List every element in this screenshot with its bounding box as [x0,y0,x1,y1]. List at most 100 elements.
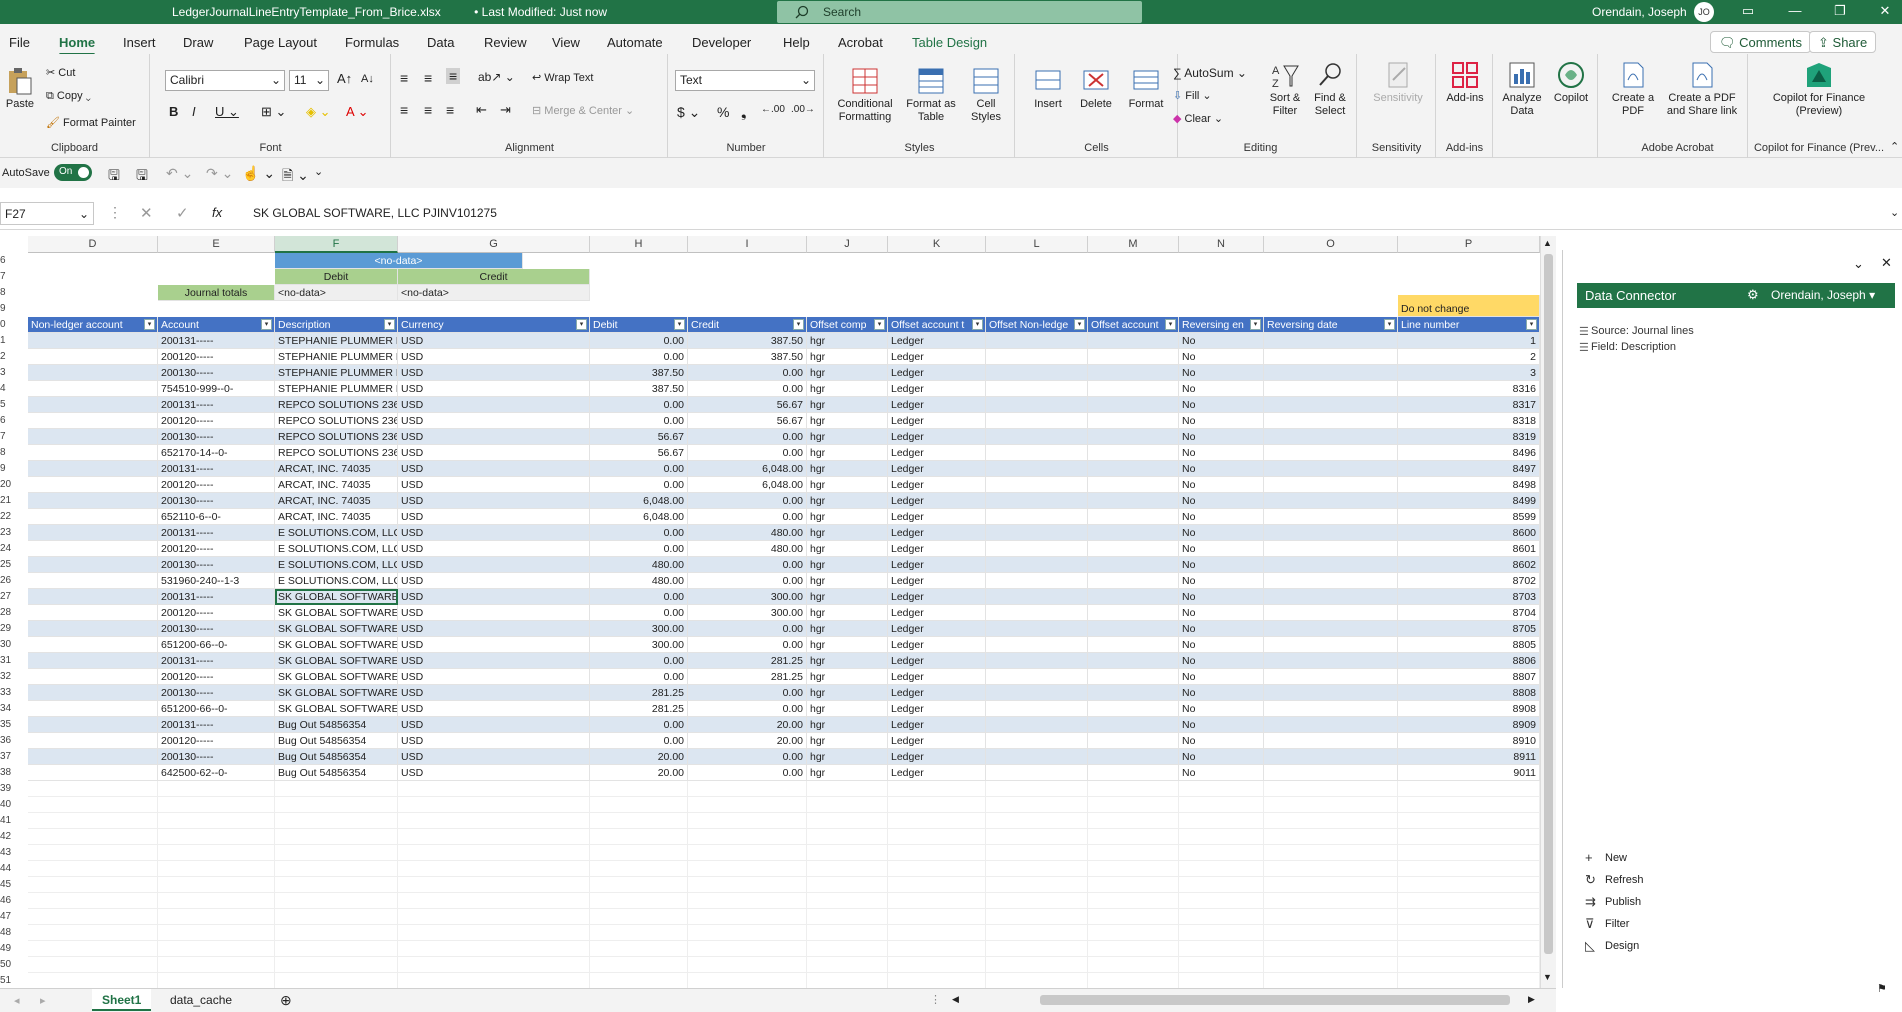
column-header-e[interactable]: E [158,236,275,253]
empty-cell[interactable] [688,909,807,925]
format-as-table-button[interactable]: Format as Table [905,66,957,124]
table-cell[interactable] [28,669,158,685]
table-cell[interactable]: No [1179,525,1264,541]
table-cell[interactable] [28,605,158,621]
print-preview-icon[interactable]: 🗎 ⌄ [282,165,309,189]
empty-cell[interactable] [1088,829,1179,845]
table-cell[interactable]: USD [398,461,590,477]
empty-cell[interactable] [1264,861,1398,877]
table-cell[interactable]: 200131----- [158,461,275,477]
fill-color-icon[interactable]: ◈ ⌄ [306,104,331,120]
column-header-i[interactable]: I [688,236,807,253]
table-cell[interactable]: 642500-62--0- [158,765,275,781]
empty-cell[interactable] [398,877,590,893]
table-cell[interactable] [28,573,158,589]
table-cell[interactable]: Ledger [888,621,986,637]
table-cell[interactable]: 0.00 [688,445,807,461]
empty-cell[interactable] [807,925,888,941]
table-cell[interactable] [1264,573,1398,589]
empty-cell[interactable] [158,861,275,877]
table-cell[interactable] [1088,653,1179,669]
table-cell[interactable]: 8499 [1398,493,1540,509]
column-header-p[interactable]: P [1398,236,1540,253]
empty-cell[interactable] [1179,781,1264,797]
row-header[interactable]: 5 [0,397,14,413]
table-cell[interactable] [986,749,1088,765]
table-cell[interactable]: No [1179,461,1264,477]
spreadsheet-grid[interactable]: DEFGHIJKLMNOP 6 7 8 9 0 <no-data> Debit Credit J… [0,236,1540,988]
row-header[interactable]: 28 [0,605,14,621]
row-header[interactable]: 23 [0,525,14,541]
table-cell[interactable]: 56.67 [688,397,807,413]
empty-cell[interactable] [1398,861,1540,877]
table-cell[interactable] [986,493,1088,509]
table-cell[interactable] [986,557,1088,573]
row-header[interactable]: 4 [0,381,14,397]
table-cell[interactable] [986,541,1088,557]
empty-cell[interactable] [398,861,590,877]
table-cell[interactable]: USD [398,477,590,493]
table-cell[interactable] [1264,365,1398,381]
table-cell[interactable] [1264,445,1398,461]
empty-cell[interactable] [1088,813,1179,829]
table-cell[interactable] [28,413,158,429]
empty-cell[interactable] [398,781,590,797]
table-cell[interactable]: ARCAT, INC. 74035 [275,509,398,525]
row-header[interactable]: 21 [0,493,14,509]
table-cell[interactable] [1088,749,1179,765]
empty-cell[interactable] [398,925,590,941]
table-cell[interactable]: 9011 [1398,765,1540,781]
sheet-tab-sheet1[interactable]: Sheet1 [92,989,152,1011]
table-cell[interactable] [28,557,158,573]
table-cell[interactable] [28,445,158,461]
table-cell[interactable]: USD [398,397,590,413]
empty-cell[interactable] [986,781,1088,797]
table-cell[interactable] [1264,477,1398,493]
empty-cell[interactable] [275,781,398,797]
table-cell[interactable] [1088,573,1179,589]
column-header-h[interactable]: H [590,236,688,253]
table-cell[interactable]: hgr [807,413,888,429]
sort-filter-button[interactable]: AZ Sort & Filter [1265,60,1305,118]
empty-cell[interactable] [1398,925,1540,941]
table-cell[interactable] [986,509,1088,525]
empty-cell[interactable] [275,845,398,861]
table-cell[interactable]: REPCO SOLUTIONS 2362 [275,429,398,445]
table-cell[interactable] [28,717,158,733]
empty-cell[interactable] [888,829,986,845]
table-cell[interactable] [986,685,1088,701]
paste-button[interactable]: Paste [4,66,36,111]
table-cell[interactable] [986,349,1088,365]
find-select-button[interactable]: Find & Select [1307,60,1353,118]
row-header[interactable]: 43 [0,845,14,861]
table-cell[interactable]: hgr [807,397,888,413]
table-cell[interactable]: 200130----- [158,749,275,765]
empty-cell[interactable] [28,925,158,941]
increase-indent-icon[interactable]: ⇥ [500,102,511,118]
table-cell[interactable] [28,765,158,781]
save-as-icon[interactable]: 🖫 [136,165,148,189]
table-cell[interactable]: No [1179,397,1264,413]
table-cell[interactable]: USD [398,605,590,621]
row-header[interactable]: 35 [0,717,14,733]
empty-cell[interactable] [590,909,688,925]
table-cell[interactable]: hgr [807,701,888,717]
table-cell[interactable]: 8704 [1398,605,1540,621]
empty-cell[interactable] [28,861,158,877]
row-header[interactable]: 30 [0,637,14,653]
table-cell[interactable] [1264,685,1398,701]
merge-center-button[interactable]: ⊟ Merge & Center ⌄ [532,104,634,117]
table-cell[interactable] [28,365,158,381]
row-header[interactable]: 48 [0,925,14,941]
tab-developer[interactable]: Developer [692,35,751,50]
empty-cell[interactable] [807,861,888,877]
table-cell[interactable]: Ledger [888,653,986,669]
empty-cell[interactable] [275,941,398,957]
empty-cell[interactable] [1398,781,1540,797]
scroll-left-icon[interactable]: ◀ [952,994,959,1005]
table-cell[interactable]: 6,048.00 [590,493,688,509]
empty-cell[interactable] [1088,781,1179,797]
empty-cell[interactable] [28,781,158,797]
empty-cell[interactable] [986,909,1088,925]
filter-dropdown-icon[interactable]: ▾ [793,319,804,330]
